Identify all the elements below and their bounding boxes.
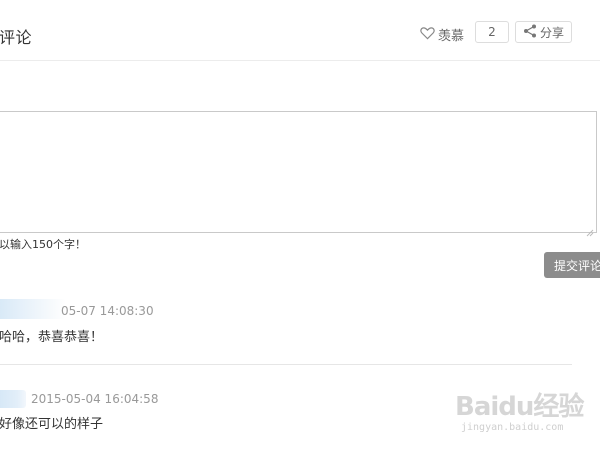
blurred-username (0, 390, 26, 408)
comment-divider (0, 364, 572, 365)
watermark-url: jingyan.baidu.com (461, 422, 564, 433)
comment-time: 2015-05-04 16:04:58 (31, 392, 159, 406)
submit-comment-button[interactable]: 提交评论 (544, 252, 600, 278)
comment-text: 哈哈，恭喜恭喜！ (0, 330, 104, 345)
share-icon (523, 24, 537, 41)
baidu-watermark: Baidu经验 jingyan.baidu.com (455, 382, 595, 442)
page-title: 评论 (0, 28, 33, 47)
share-button[interactable]: 分享 (515, 21, 572, 43)
share-label: 分享 (539, 25, 564, 40)
char-limit-hint: 以输入150个字！ (0, 238, 86, 251)
header-divider (0, 60, 600, 61)
like-count: 2 (475, 21, 509, 43)
comment-textarea[interactable] (0, 111, 597, 237)
comment-time: 05-07 14:08:30 (61, 304, 154, 318)
like-label: 羡慕 (438, 29, 465, 44)
comment-text: 好像还可以的样子 (0, 417, 104, 432)
resize-handle-icon[interactable] (586, 222, 594, 237)
like-button[interactable]: 羡慕 (420, 25, 464, 44)
heart-icon (420, 26, 435, 44)
blurred-username (0, 299, 66, 319)
watermark-logo-text: Baidu经验 (455, 392, 584, 422)
